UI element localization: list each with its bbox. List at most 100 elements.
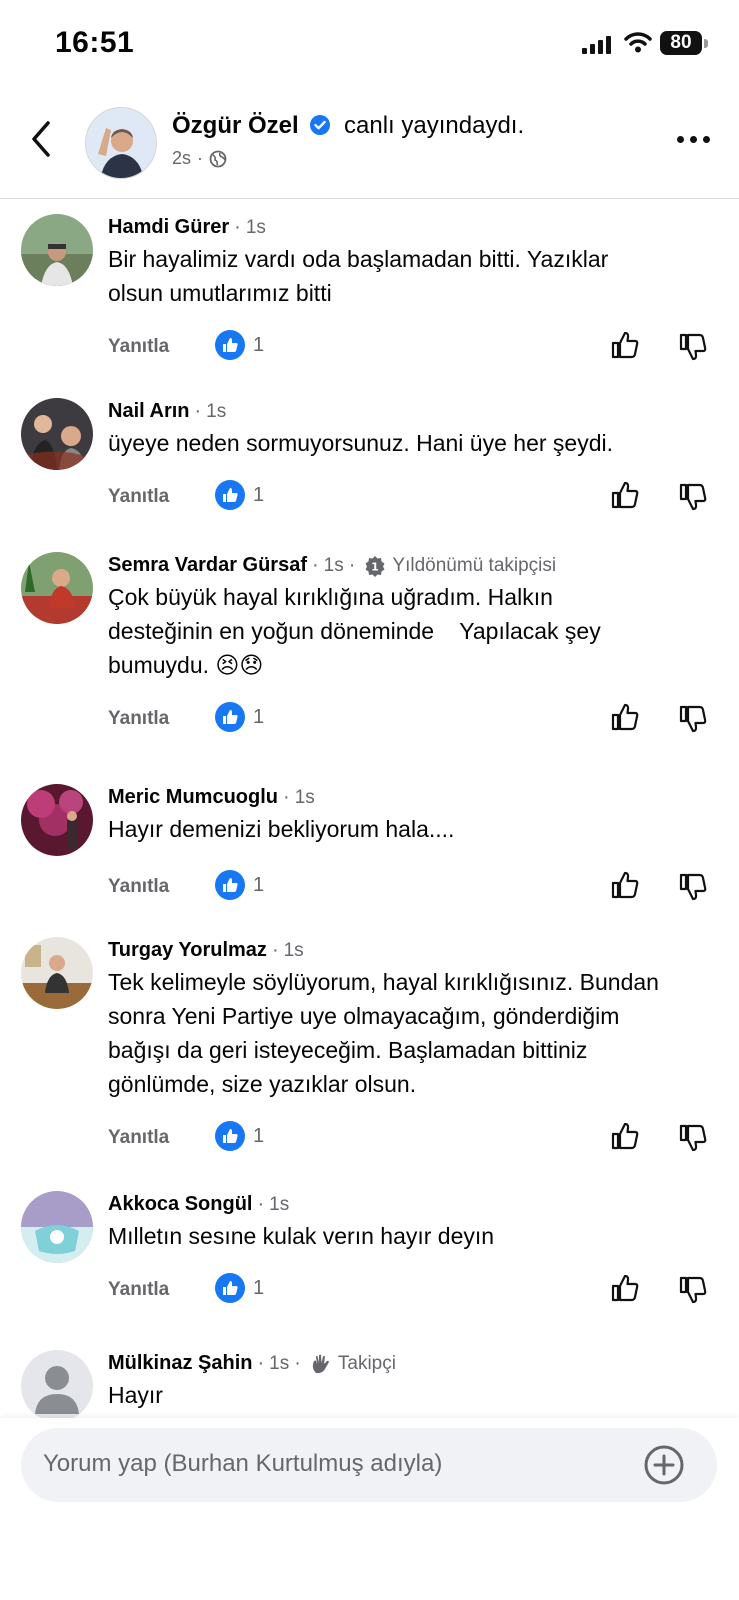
comment-actions: Yanıtla 1 bbox=[108, 702, 718, 736]
back-arrow-icon[interactable] bbox=[30, 120, 52, 158]
thumbs-up-icon[interactable] bbox=[610, 702, 640, 732]
post-action-text: canlı yayındaydı. bbox=[344, 112, 525, 139]
status-time: 16:51 bbox=[55, 26, 135, 59]
post-header: Özgür Özel canlı yayındaydı. 2s · bbox=[0, 95, 739, 199]
comment-time: 1s bbox=[269, 1352, 290, 1374]
more-dot bbox=[677, 136, 684, 143]
comment-header: Meric Mumcuoglu · 1s bbox=[108, 786, 315, 809]
wifi-icon bbox=[624, 32, 652, 53]
post-time: 2s bbox=[172, 148, 192, 168]
post-title: Özgür Özel canlı yayındaydı. bbox=[172, 112, 524, 140]
thumbs-up-icon[interactable] bbox=[610, 480, 640, 510]
thumbs-down-icon[interactable] bbox=[678, 704, 708, 734]
anniversary-badge-icon: 1 bbox=[365, 555, 385, 577]
commenter-avatar[interactable] bbox=[21, 784, 93, 856]
add-circle-icon[interactable] bbox=[643, 1444, 685, 1486]
like-count: 1 bbox=[215, 480, 264, 510]
cellular-signal-icon bbox=[582, 36, 611, 54]
reply-button[interactable]: Yanıtla bbox=[108, 1127, 169, 1149]
like-count-value: 1 bbox=[253, 873, 265, 896]
commenter-avatar[interactable] bbox=[21, 1350, 93, 1422]
comment-text: Tek kelimeyle söylüyorum, hayal kırıklığ… bbox=[108, 969, 659, 1097]
commenter-name[interactable]: Nail Arın bbox=[108, 400, 190, 423]
battery-tip bbox=[704, 39, 708, 48]
commenter-name[interactable]: Hamdi Gürer bbox=[108, 216, 229, 239]
like-count: 1 bbox=[215, 1273, 264, 1303]
commenter-avatar[interactable] bbox=[21, 1191, 93, 1263]
comment-time: 1s bbox=[283, 939, 304, 961]
commenter-name[interactable]: Mülkinaz Şahin bbox=[108, 1352, 252, 1375]
thumbs-down-icon[interactable] bbox=[678, 332, 708, 362]
commenter-avatar[interactable] bbox=[21, 214, 93, 286]
commenter-name[interactable]: Meric Mumcuoglu bbox=[108, 786, 278, 809]
comment-actions: Yanıtla 1 bbox=[108, 870, 718, 904]
reply-button[interactable]: Yanıtla bbox=[108, 1279, 169, 1301]
comment-actions: Yanıtla 1 bbox=[108, 330, 718, 364]
globe-icon bbox=[209, 150, 227, 167]
default-avatar-icon bbox=[21, 1350, 93, 1422]
thumbs-down-icon[interactable] bbox=[678, 1123, 708, 1153]
like-count: 1 bbox=[215, 330, 264, 360]
more-dot bbox=[703, 136, 710, 143]
status-bar: 16:51 80 bbox=[0, 0, 739, 90]
comment-time: 1s bbox=[323, 554, 344, 576]
comment-text: Hayır bbox=[108, 1382, 163, 1408]
comment-actions: Yanıtla 1 bbox=[108, 480, 718, 514]
thumbs-down-icon[interactable] bbox=[678, 1275, 708, 1305]
like-count-value: 1 bbox=[253, 1276, 265, 1299]
thumbs-up-icon[interactable] bbox=[610, 1121, 640, 1151]
like-reaction-icon bbox=[215, 1121, 245, 1151]
comment-actions: Yanıtla 1 bbox=[108, 1121, 718, 1155]
thumbs-up-icon[interactable] bbox=[610, 870, 640, 900]
thumbs-up-icon[interactable] bbox=[610, 1273, 640, 1303]
commenter-name[interactable]: Turgay Yorulmaz bbox=[108, 939, 267, 962]
more-dot bbox=[690, 136, 697, 143]
waving-hand-icon bbox=[312, 1354, 329, 1373]
like-reaction-icon bbox=[215, 870, 245, 900]
author-avatar[interactable] bbox=[85, 107, 157, 179]
reply-button[interactable]: Yanıtla bbox=[108, 708, 169, 730]
fan-badge-label: Yıldönümü takipçisi bbox=[392, 554, 557, 576]
like-count-value: 1 bbox=[253, 705, 265, 728]
like-reaction-icon bbox=[215, 1273, 245, 1303]
comment-composer-bar: Yorum yap (Burhan Kurtulmuş adıyla) bbox=[0, 1418, 739, 1600]
reply-button[interactable]: Yanıtla bbox=[108, 876, 169, 898]
like-reaction-icon bbox=[215, 702, 245, 732]
commenter-name[interactable]: Akkoca Songül bbox=[108, 1193, 252, 1216]
author-name[interactable]: Özgür Özel bbox=[172, 112, 299, 139]
like-count-value: 1 bbox=[253, 333, 265, 356]
comment-input[interactable]: Yorum yap (Burhan Kurtulmuş adıyla) bbox=[21, 1428, 717, 1502]
comment-header: Akkoca Songül · 1s bbox=[108, 1193, 290, 1216]
like-reaction-icon bbox=[215, 480, 245, 510]
commenter-name[interactable]: Semra Vardar Gürsaf bbox=[108, 554, 307, 577]
fan-badge: Takipçi bbox=[310, 1353, 396, 1375]
commenter-avatar[interactable] bbox=[21, 398, 93, 470]
post-meta: 2s · bbox=[172, 148, 227, 169]
comment-text: üyeye neden sormuyorsunuz. Hani üye her … bbox=[108, 430, 614, 456]
comment-time: 1s bbox=[269, 1193, 290, 1215]
comment-header: Turgay Yorulmaz · 1s bbox=[108, 939, 304, 962]
thumbs-up-icon[interactable] bbox=[610, 330, 640, 360]
comment-header: Mülkinaz Şahin · 1s · Takipçi bbox=[108, 1352, 396, 1375]
fan-badge-label: Takipçi bbox=[337, 1352, 396, 1374]
verified-badge-icon bbox=[310, 115, 331, 135]
comment-input-placeholder: Yorum yap (Burhan Kurtulmuş adıyla) bbox=[43, 1450, 443, 1477]
comment-text: Mılletın sesıne kulak verın hayır deyın bbox=[108, 1223, 495, 1249]
like-count: 1 bbox=[215, 1121, 264, 1151]
comment-header: Nail Arın · 1s bbox=[108, 400, 227, 423]
commenter-avatar[interactable] bbox=[21, 552, 93, 624]
comment-time: 1s bbox=[294, 786, 315, 808]
reply-button[interactable]: Yanıtla bbox=[108, 336, 169, 358]
comment-header: Hamdi Gürer · 1s bbox=[108, 216, 266, 239]
comment-time: 1s bbox=[245, 216, 266, 238]
thumbs-down-icon[interactable] bbox=[678, 482, 708, 512]
thumbs-down-icon[interactable] bbox=[678, 872, 708, 902]
comment-text: Hayır demenizi bekliyorum hala.... bbox=[108, 816, 455, 842]
like-count: 1 bbox=[215, 702, 264, 732]
commenter-avatar[interactable] bbox=[21, 937, 93, 1009]
like-count: 1 bbox=[215, 870, 264, 900]
like-reaction-icon bbox=[215, 330, 245, 360]
reply-button[interactable]: Yanıtla bbox=[108, 486, 169, 508]
comment-time: 1s bbox=[206, 400, 227, 422]
more-options-button[interactable] bbox=[677, 136, 710, 143]
